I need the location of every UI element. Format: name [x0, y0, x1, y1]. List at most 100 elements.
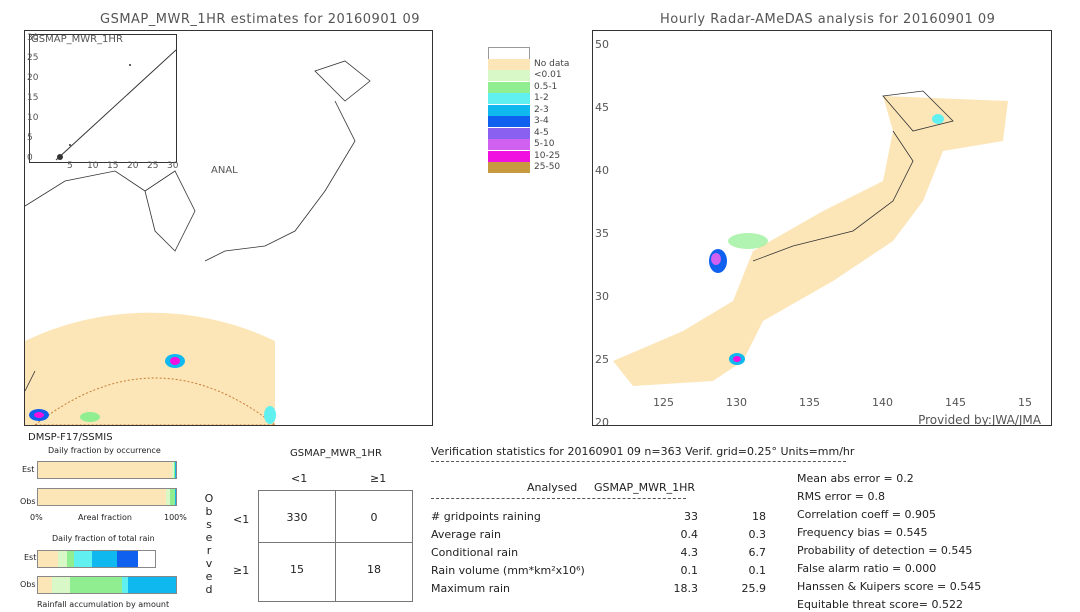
- lon-tick: 15: [1018, 396, 1032, 409]
- inset-x-tick: 10: [87, 161, 99, 171]
- legend-swatch: [488, 162, 530, 174]
- legend-swatch: [488, 150, 530, 163]
- inset-x-tick: 25: [147, 161, 159, 171]
- bar-segment: [38, 489, 167, 505]
- score-line: Equitable threat score= 0.522: [797, 598, 963, 611]
- lon-tick: 145: [945, 396, 966, 409]
- legend-swatch: [488, 93, 530, 105]
- bar-segment: [74, 551, 92, 567]
- stat-analysed: 18.3: [673, 582, 699, 595]
- bar-segment: [51, 577, 70, 593]
- stat-analysed: 0.4: [680, 528, 699, 541]
- total-rain-obs-bar: [37, 576, 177, 594]
- score-line: Probability of detection = 0.545: [797, 544, 973, 557]
- occurrence-est-bar: [37, 461, 177, 479]
- legend-label: 25-50: [534, 162, 561, 172]
- legend-swatch: [488, 58, 530, 71]
- legend-label: 0.5-1: [534, 81, 558, 92]
- stat-analysed: 0.1: [680, 564, 699, 577]
- bar-segment: [175, 489, 176, 505]
- inset-y-tick: 5: [27, 133, 33, 143]
- stat-label: Average rain: [431, 528, 501, 541]
- contingency-table: 330 0 15 18: [258, 490, 413, 602]
- verif-header: Verification statistics for 20160901 09 …: [431, 445, 855, 458]
- lat-tick: 25: [595, 353, 609, 366]
- score-line: Frequency bias = 0.545: [797, 526, 928, 539]
- inset-y-tick: 20: [27, 73, 39, 83]
- legend-label: <0.01: [534, 70, 562, 80]
- analysis-rain-area: [613, 90, 1008, 386]
- gsmap-estimate-map: GSMAP_MWR_1HR ANAL 0 5 5 10 10 15 15 20 20 25 25 30…: [24, 30, 433, 426]
- bar-segment: [67, 551, 75, 567]
- stat-label: Conditional rain: [431, 546, 519, 559]
- bar-segment: [69, 577, 123, 593]
- lat-tick: 30: [595, 290, 609, 303]
- lon-tick: 125: [653, 396, 674, 409]
- bar-segment: [91, 551, 117, 567]
- stat-label: Maximum rain: [431, 582, 510, 595]
- score-line: RMS error = 0.8: [797, 490, 885, 503]
- inset-x-tick: 20: [127, 161, 139, 171]
- stat-gsmap: 0.3: [748, 528, 767, 541]
- occurrence-obs-bar: [37, 488, 177, 506]
- legend-swatch: [488, 81, 530, 94]
- inset-y-tick: 0: [27, 153, 33, 163]
- legend-label: 5-10: [534, 139, 555, 149]
- lat-tick: 45: [595, 101, 609, 114]
- legend-swatch: [488, 70, 530, 82]
- rain-est-label: Est: [24, 553, 37, 562]
- bar-segment: [116, 551, 138, 567]
- stat-label: # gridpoints raining: [431, 510, 541, 523]
- inset-y-tick: 30: [27, 33, 39, 43]
- inset-y-tick: 25: [27, 53, 39, 63]
- stat-gsmap: 6.7: [748, 546, 767, 559]
- lat-tick: 20: [595, 416, 609, 426]
- inset-y-tick: 15: [27, 93, 39, 103]
- stat-label: Rain volume (mm*km²x10⁶): [431, 564, 585, 577]
- legend-label: 2-3: [534, 104, 549, 115]
- occ-xlabel: Areal fraction: [78, 513, 132, 522]
- contingency-header: GSMAP_MWR_1HR: [290, 448, 382, 459]
- total-rain-title: Daily fraction of total rain: [52, 534, 155, 543]
- bar-segment: [57, 551, 68, 567]
- data-credit: Provided by:JWA/JMA: [918, 413, 1041, 426]
- legend-label: No data: [534, 58, 570, 69]
- stat-gsmap: 25.9: [741, 582, 767, 595]
- score-line: False alarm ratio = 0.000: [797, 562, 937, 575]
- lat-tick: 40: [595, 164, 609, 177]
- lon-tick: 130: [726, 396, 747, 409]
- radar-amedas-map: 20 25 30 35 40 45 50 125 130 135 140 145 15 Provided…: [592, 30, 1052, 426]
- stat-gsmap: 0.1: [748, 564, 767, 577]
- col-analysed: Analysed: [527, 481, 578, 494]
- rain-obs-label: Obs: [20, 580, 36, 589]
- occurrence-title: Daily fraction by occurrence: [48, 446, 161, 455]
- legend-swatch: [488, 116, 530, 128]
- lon-tick: 135: [799, 396, 820, 409]
- color-legend: No data <0.01 0.5-1 1-2 2-3 3-4 4-5 5-10 10-25 25…: [488, 47, 588, 177]
- occ-est-label: Est: [22, 465, 35, 474]
- lon-tick: 140: [872, 396, 893, 409]
- score-line: Hanssen & Kuipers score = 0.545: [797, 580, 982, 593]
- right-map-title: Hourly Radar-AMeDAS analysis for 2016090…: [660, 12, 996, 27]
- stat-analysed: 4.3: [680, 546, 699, 559]
- satellite-label: DMSP-F17/SSMIS: [28, 432, 113, 443]
- cell-lt-lt: 330: [286, 511, 308, 524]
- bar-segment: [38, 551, 58, 567]
- scatter-inset: [29, 34, 177, 163]
- inset-x-tick: 5: [67, 161, 73, 171]
- lat-tick: 35: [595, 227, 609, 240]
- bar-segment: [127, 577, 176, 593]
- cell-ge-ge: 18: [367, 563, 381, 576]
- legend-swatch: [488, 139, 530, 151]
- total-rain-est-bar: [37, 550, 157, 568]
- stat-gsmap: 18: [752, 510, 766, 523]
- row-lt: <1: [233, 513, 250, 526]
- cell-ge-lt: 15: [290, 563, 304, 576]
- inset-x-tick: 15: [107, 161, 119, 171]
- inset-x-tick: 30: [167, 161, 179, 171]
- scatter-diagonal: [55, 49, 177, 161]
- cell-lt-ge: 0: [370, 511, 378, 524]
- occ-obs-label: Obs: [20, 497, 36, 506]
- legend-label: 3-4: [534, 116, 549, 126]
- lat-tick: 50: [595, 38, 609, 51]
